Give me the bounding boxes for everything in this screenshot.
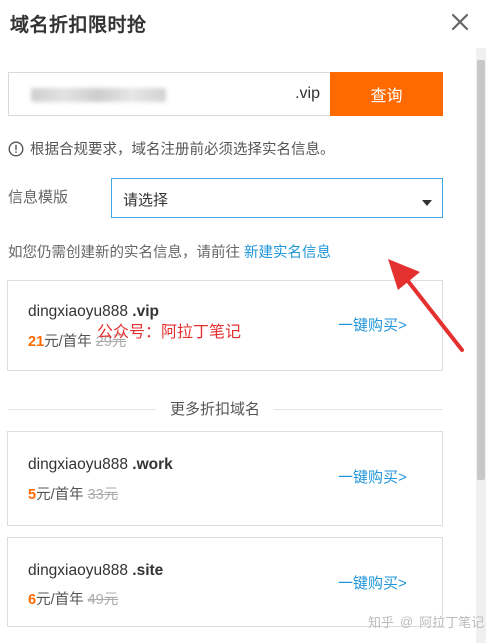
blurred-domain-text — [31, 88, 166, 102]
offer-domain: dingxiaoyu888 .work — [28, 456, 173, 473]
dialog-header: 域名折扣限时抢 — [0, 0, 486, 50]
domain-search-input[interactable]: .vip — [8, 72, 330, 116]
at-sign: @ — [400, 614, 414, 629]
close-icon[interactable] — [450, 12, 470, 32]
domain-search: .vip 查询 — [8, 72, 443, 116]
caret-down-icon — [422, 195, 432, 206]
red-annotation-text: 公众号：阿拉丁笔记 — [97, 324, 242, 341]
dialog-title: 域名折扣限时抢 — [10, 15, 147, 36]
platform-watermark-author: 阿拉丁笔记 — [419, 615, 485, 630]
buy-button[interactable]: 一键购买> — [338, 314, 407, 335]
buy-button[interactable]: 一键购买> — [338, 466, 407, 487]
scrollbar-thumb[interactable] — [477, 60, 485, 480]
platform-watermark: 知乎 @ 阿拉丁笔记 — [368, 612, 484, 631]
hint-text: 如您仍需创建新的实名信息，请前往 — [8, 245, 245, 261]
compliance-notice: 根据合规要求，域名注册前必须选择实名信息。 — [8, 138, 335, 159]
template-select[interactable]: 请选择 — [111, 178, 443, 218]
query-button[interactable]: 查询 — [330, 72, 443, 116]
offer-price: 5元/首年 33元 — [28, 487, 119, 503]
buy-button[interactable]: 一键购买> — [338, 572, 407, 593]
exclamation-circle-icon — [8, 140, 24, 157]
offer-card-work: dingxiaoyu888 .work 5元/首年 33元 一键购买> — [7, 431, 443, 526]
template-label: 信息模版 — [8, 189, 69, 206]
platform-watermark-site: 知乎 — [368, 615, 395, 630]
notice-text: 根据合规要求，域名注册前必须选择实名信息。 — [30, 142, 335, 158]
template-select-value: 请选择 — [123, 192, 169, 209]
domain-suffix: .vip — [295, 85, 320, 102]
scrollbar[interactable] — [476, 48, 486, 643]
offer-price: 6元/首年 49元 — [28, 592, 119, 608]
offer-domain: dingxiaoyu888 .site — [28, 562, 164, 579]
create-info-hint: 如您仍需创建新的实名信息，请前往 新建实名信息 — [8, 241, 331, 262]
more-domains-heading: 更多折扣域名 — [156, 398, 275, 419]
new-real-name-link[interactable]: 新建实名信息 — [244, 245, 331, 261]
